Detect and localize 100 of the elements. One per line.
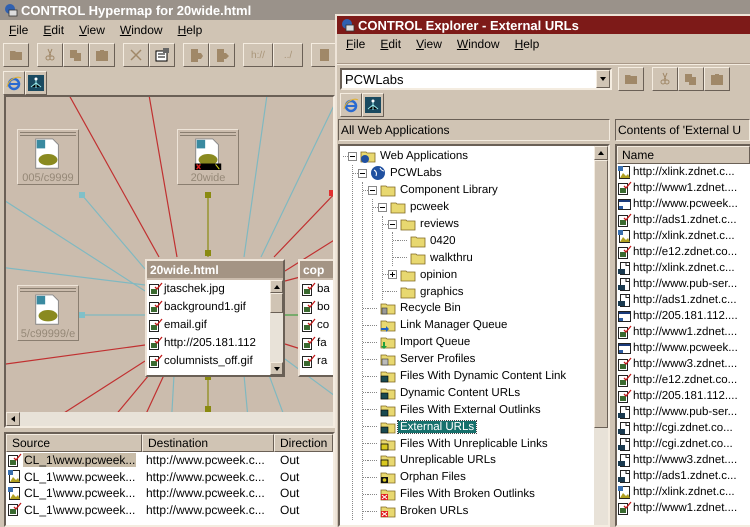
scroll-up-button[interactable]: [270, 280, 283, 293]
url-item[interactable]: http://www.pub-ser...: [617, 276, 750, 292]
browser-button[interactable]: [340, 93, 362, 117]
vertical-scrollbar[interactable]: [594, 146, 608, 525]
url-item[interactable]: http://xlink.zdnet.c...: [617, 484, 750, 500]
folder-button[interactable]: [618, 67, 644, 91]
column-header[interactable]: Destination: [142, 434, 274, 452]
menu-item[interactable]: Edit: [43, 22, 64, 36]
page-out-button[interactable]: [209, 43, 235, 67]
location-dropdown[interactable]: PCWLabs: [340, 68, 612, 90]
link-item[interactable]: ba: [300, 280, 333, 298]
copy-button[interactable]: [63, 43, 89, 67]
browser-button[interactable]: [3, 71, 25, 95]
tree-item[interactable]: walkthru: [428, 252, 475, 264]
url-item[interactable]: http://205.181.112....: [617, 308, 750, 324]
url-item[interactable]: http://ads1.zdnet.c...: [617, 212, 750, 228]
tree-item[interactable]: Dynamic Content URLs: [398, 386, 522, 399]
menu-item[interactable]: Help: [178, 22, 202, 36]
url-item[interactable]: http://e12.zdnet.co...: [617, 372, 750, 388]
tree-item[interactable]: External URLs: [398, 420, 476, 433]
url-item[interactable]: http://xlink.zdnet.c...: [617, 260, 750, 276]
menu-item[interactable]: Window: [120, 22, 163, 36]
scroll-thumb[interactable]: [594, 160, 608, 428]
table-cell[interactable]: CL_1\www.pcweek...: [23, 453, 136, 468]
menu-item[interactable]: Help: [514, 36, 540, 50]
url-item[interactable]: http://www.pub-ser...: [617, 404, 750, 420]
tree-item[interactable]: Files With External Outlinks: [398, 404, 543, 416]
cut-button[interactable]: [37, 43, 63, 67]
properties-button[interactable]: [149, 43, 175, 67]
tree-item[interactable]: Orphan Files: [398, 471, 468, 484]
connector-handle[interactable]: [205, 406, 211, 412]
link-item[interactable]: fa: [300, 334, 333, 352]
collapse-icon[interactable]: [368, 186, 377, 195]
tree-item[interactable]: PCWLabs: [388, 167, 444, 180]
column-header[interactable]: Source: [6, 434, 142, 452]
url-item[interactable]: http://ads1.zdnet.c...: [617, 292, 750, 308]
tree-item[interactable]: Link Manager Queue: [398, 319, 510, 332]
tree-item[interactable]: opinion: [418, 268, 460, 281]
scroll-left-button[interactable]: [6, 412, 20, 426]
column-header[interactable]: Name: [617, 146, 750, 164]
menu-item[interactable]: Edit: [380, 36, 402, 50]
url-item[interactable]: http://xlink.zdnet.c...: [617, 164, 750, 180]
collapse-icon[interactable]: [348, 152, 357, 161]
table-cell[interactable]: CL_1\www.pcweek...: [23, 470, 136, 484]
link-item[interactable]: ra: [300, 352, 333, 370]
url-item[interactable]: http://www1.zdnet....: [617, 180, 750, 196]
tree-item[interactable]: Component Library: [398, 184, 500, 196]
collapse-icon[interactable]: [378, 202, 387, 212]
horizontal-scrollbar[interactable]: [6, 412, 333, 426]
table-cell[interactable]: CL_1\www.pcweek...: [23, 502, 136, 517]
link-item[interactable]: email.gif: [147, 316, 270, 334]
url-item[interactable]: http://e12.zdnet.co...: [617, 244, 750, 260]
connector-handle[interactable]: [79, 192, 85, 198]
tree-item[interactable]: Import Queue: [398, 336, 472, 348]
connector-handle[interactable]: [205, 250, 211, 256]
expand-icon[interactable]: [388, 270, 397, 280]
collapse-icon[interactable]: [388, 220, 397, 228]
url-item[interactable]: http://www.pcweek...: [617, 196, 750, 212]
page-in-button[interactable]: [183, 43, 209, 67]
table-cell[interactable]: CL_1\www.pcweek...: [23, 486, 136, 500]
tree-item[interactable]: graphics: [418, 286, 466, 298]
vertical-scrollbar[interactable]: [270, 280, 283, 375]
link-item[interactable]: http://205.181.112: [147, 334, 270, 352]
site-map-button[interactable]: [362, 93, 384, 117]
connector-handle[interactable]: [205, 192, 211, 198]
url-item[interactable]: http://www1.zdnet....: [617, 500, 750, 516]
tree-item[interactable]: Recycle Bin: [398, 302, 463, 314]
url-item[interactable]: http://cgi.zdnet.co...: [617, 436, 750, 452]
link-item[interactable]: background1.gif: [147, 298, 270, 316]
url-item[interactable]: http://ads1.zdnet.c...: [617, 468, 750, 484]
link-item[interactable]: bo: [300, 298, 333, 316]
menu-item[interactable]: File: [346, 36, 366, 50]
paste-button[interactable]: [704, 67, 730, 91]
url-item[interactable]: http://205.181.112....: [617, 388, 750, 404]
page-node-panel[interactable]: cop ba bo co fa ra: [298, 259, 333, 377]
url-item[interactable]: http://www3.zdnet....: [617, 356, 750, 372]
scroll-thumb[interactable]: [270, 293, 283, 313]
link-item[interactable]: co: [300, 316, 333, 334]
connector-handle[interactable]: [329, 190, 333, 196]
tree-item[interactable]: Files With Dynamic Content Link: [398, 370, 568, 382]
tree-item[interactable]: Web Applications: [378, 150, 470, 162]
url-item[interactable]: http://www3.zdnet....: [617, 452, 750, 468]
menu-item[interactable]: View: [79, 22, 105, 36]
menu-item[interactable]: Window: [456, 36, 500, 50]
tree-item[interactable]: Unreplicable URLs: [398, 454, 498, 466]
delete-button[interactable]: [123, 43, 149, 67]
tree-item[interactable]: Files With Unreplicable Links: [398, 438, 550, 450]
copy-button[interactable]: [678, 67, 704, 91]
connector-handle[interactable]: [79, 312, 85, 318]
scroll-down-button[interactable]: [270, 362, 283, 375]
site-map-button[interactable]: [25, 71, 47, 95]
tree-item[interactable]: Broken URLs: [398, 505, 470, 518]
url-item[interactable]: http://www.pcweek...: [617, 340, 750, 356]
tree-item[interactable]: reviews: [418, 218, 461, 230]
tree-item[interactable]: 0420: [428, 234, 458, 247]
page-button[interactable]: [311, 43, 337, 67]
tree-item[interactable]: pcweek: [408, 201, 451, 214]
scroll-up-button[interactable]: [594, 146, 608, 160]
link-item[interactable]: jtaschek.jpg: [147, 280, 270, 298]
menu-item[interactable]: View: [416, 36, 442, 50]
